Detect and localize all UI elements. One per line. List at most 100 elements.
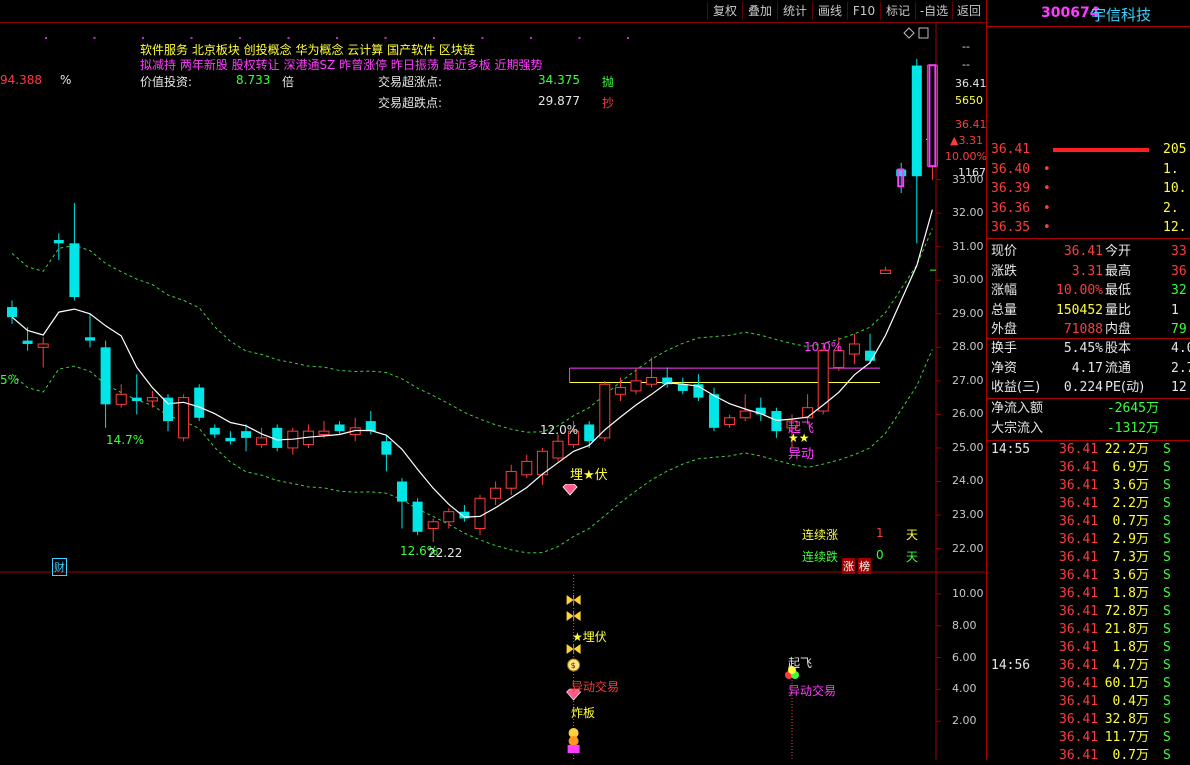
over-fall-value: 29.877 xyxy=(538,94,580,108)
finance-value: 4.0 xyxy=(1171,341,1190,356)
price-tick-label: 30.00 xyxy=(952,273,984,287)
candle xyxy=(287,427,299,455)
toolbar-button-3[interactable]: 画线 xyxy=(812,2,847,20)
panel-separator xyxy=(987,398,1190,399)
rank-badge[interactable]: 榜 xyxy=(858,558,871,574)
candle xyxy=(724,414,736,428)
candle xyxy=(755,397,766,422)
axis-current-price: 36.41 xyxy=(955,77,987,90)
diamond-icon xyxy=(562,483,578,496)
price-tick-label: 25.00 xyxy=(952,440,984,454)
quote-value: 10.00% xyxy=(1056,283,1103,298)
top-marker xyxy=(481,37,484,39)
axis-dash-2: -- xyxy=(962,58,970,71)
candle xyxy=(178,394,190,442)
signal-indicator-chart[interactable]: $ xyxy=(0,573,985,760)
candle xyxy=(630,367,642,395)
candle xyxy=(552,434,564,462)
sub-abnormal-trade-1: 异动交易 xyxy=(571,680,620,694)
tick-side: S xyxy=(1163,532,1171,547)
price-tick-label: 28.00 xyxy=(952,340,984,354)
tick-side: S xyxy=(1163,460,1171,475)
price-tick-label: 32.00 xyxy=(952,206,984,220)
candle xyxy=(536,447,548,485)
candle xyxy=(505,464,517,495)
quote-label: 内盘 xyxy=(1105,322,1132,337)
toolbar-button-5[interactable]: 标记 xyxy=(880,2,915,20)
quote-value: 1 xyxy=(1171,302,1179,318)
quote-label: 涨幅 xyxy=(991,283,1018,298)
tick-volume: 0.7万 xyxy=(1112,748,1149,763)
tick-side: S xyxy=(1163,676,1171,691)
tick-volume: 1.8万 xyxy=(1112,640,1149,655)
tick-price: 36.41 xyxy=(1059,604,1099,619)
sub-tick-label: 4.00 xyxy=(952,682,977,696)
tick-volume: 60.1万 xyxy=(1104,676,1149,691)
candle xyxy=(115,384,127,408)
candle xyxy=(397,478,407,529)
candle xyxy=(412,498,423,536)
order-price: 36.39 xyxy=(991,181,1031,196)
quote-value: 32 xyxy=(1171,283,1187,298)
moving-average-line xyxy=(11,209,933,518)
top-marker xyxy=(627,37,629,39)
toolbar-button-1[interactable]: 叠加 xyxy=(742,2,777,20)
tick-side: S xyxy=(1163,748,1171,763)
tick-side: S xyxy=(1163,712,1171,727)
candle xyxy=(662,367,673,388)
tick-side: S xyxy=(1163,658,1171,673)
tick-price: 36.41 xyxy=(1059,514,1099,529)
quote-label: 量比 xyxy=(1105,302,1132,318)
candle xyxy=(37,337,49,368)
stock-title-bar: 300674 宇信科技 xyxy=(987,0,1190,27)
tick-price: 36.41 xyxy=(1059,712,1099,727)
top-marker xyxy=(190,37,193,39)
panel-separator xyxy=(987,238,1190,239)
toolbar-button-2[interactable]: 统计 xyxy=(777,2,812,20)
toolbar-button-6[interactable]: -自选 xyxy=(915,2,952,20)
abnormal-label: 异动 xyxy=(788,447,815,462)
flow-value: -1312万 xyxy=(1106,420,1159,436)
consecutive-up-value: 1 xyxy=(876,526,884,540)
panel-separator xyxy=(987,338,1190,339)
candle xyxy=(443,508,455,529)
tick-volume: 3.6万 xyxy=(1112,568,1149,583)
pct-14-7-label: 14.7% xyxy=(106,433,145,447)
finance-value: 5.45% xyxy=(1063,341,1103,356)
order-dot: • xyxy=(1043,220,1051,235)
consecutive-down-label: 连续跌 xyxy=(802,550,839,564)
axis-bar-count: 1167 xyxy=(958,166,986,179)
tick-price: 36.41 xyxy=(1059,460,1099,475)
toolbar-button-0[interactable]: 复权 xyxy=(707,2,742,20)
order-volume-bar xyxy=(1053,148,1149,152)
butterfly-icon xyxy=(566,644,581,654)
toolbar: 复权 叠加 统计 画线 F10 标记 -自选 返回 xyxy=(0,0,985,23)
candle xyxy=(131,374,142,415)
sub-tick-label: 2.00 xyxy=(952,714,977,728)
candle xyxy=(53,233,64,261)
consecutive-down-value: 0 xyxy=(876,548,884,562)
candle xyxy=(614,377,626,401)
tick-side: S xyxy=(1163,478,1171,493)
tick-side: S xyxy=(1163,622,1171,637)
candlestick-chart[interactable] xyxy=(0,22,985,573)
tick-price: 36.41 xyxy=(1059,586,1099,601)
candle xyxy=(459,504,470,522)
tick-volume: 7.3万 xyxy=(1112,550,1149,565)
toolbar-button-7[interactable]: 返回 xyxy=(952,2,985,20)
value-label: 价值投资: xyxy=(140,75,193,89)
price-tick-label: 27.00 xyxy=(952,373,984,387)
order-qty: 1. xyxy=(1163,161,1179,177)
tick-price: 36.41 xyxy=(1059,478,1099,493)
limit-badge[interactable]: 涨 xyxy=(842,558,855,574)
candle xyxy=(334,421,345,435)
tick-side: S xyxy=(1163,550,1171,565)
low-price-label: 22.22 xyxy=(428,546,463,560)
finance-label: 流通 xyxy=(1105,360,1132,376)
tick-price: 36.41 xyxy=(1059,748,1099,763)
coins-icon xyxy=(567,728,580,753)
quote-label: 现价 xyxy=(991,244,1018,259)
diamond-square-icon[interactable] xyxy=(900,26,930,40)
toolbar-button-4[interactable]: F10 xyxy=(847,2,880,20)
finance-value: 12 xyxy=(1171,380,1187,395)
